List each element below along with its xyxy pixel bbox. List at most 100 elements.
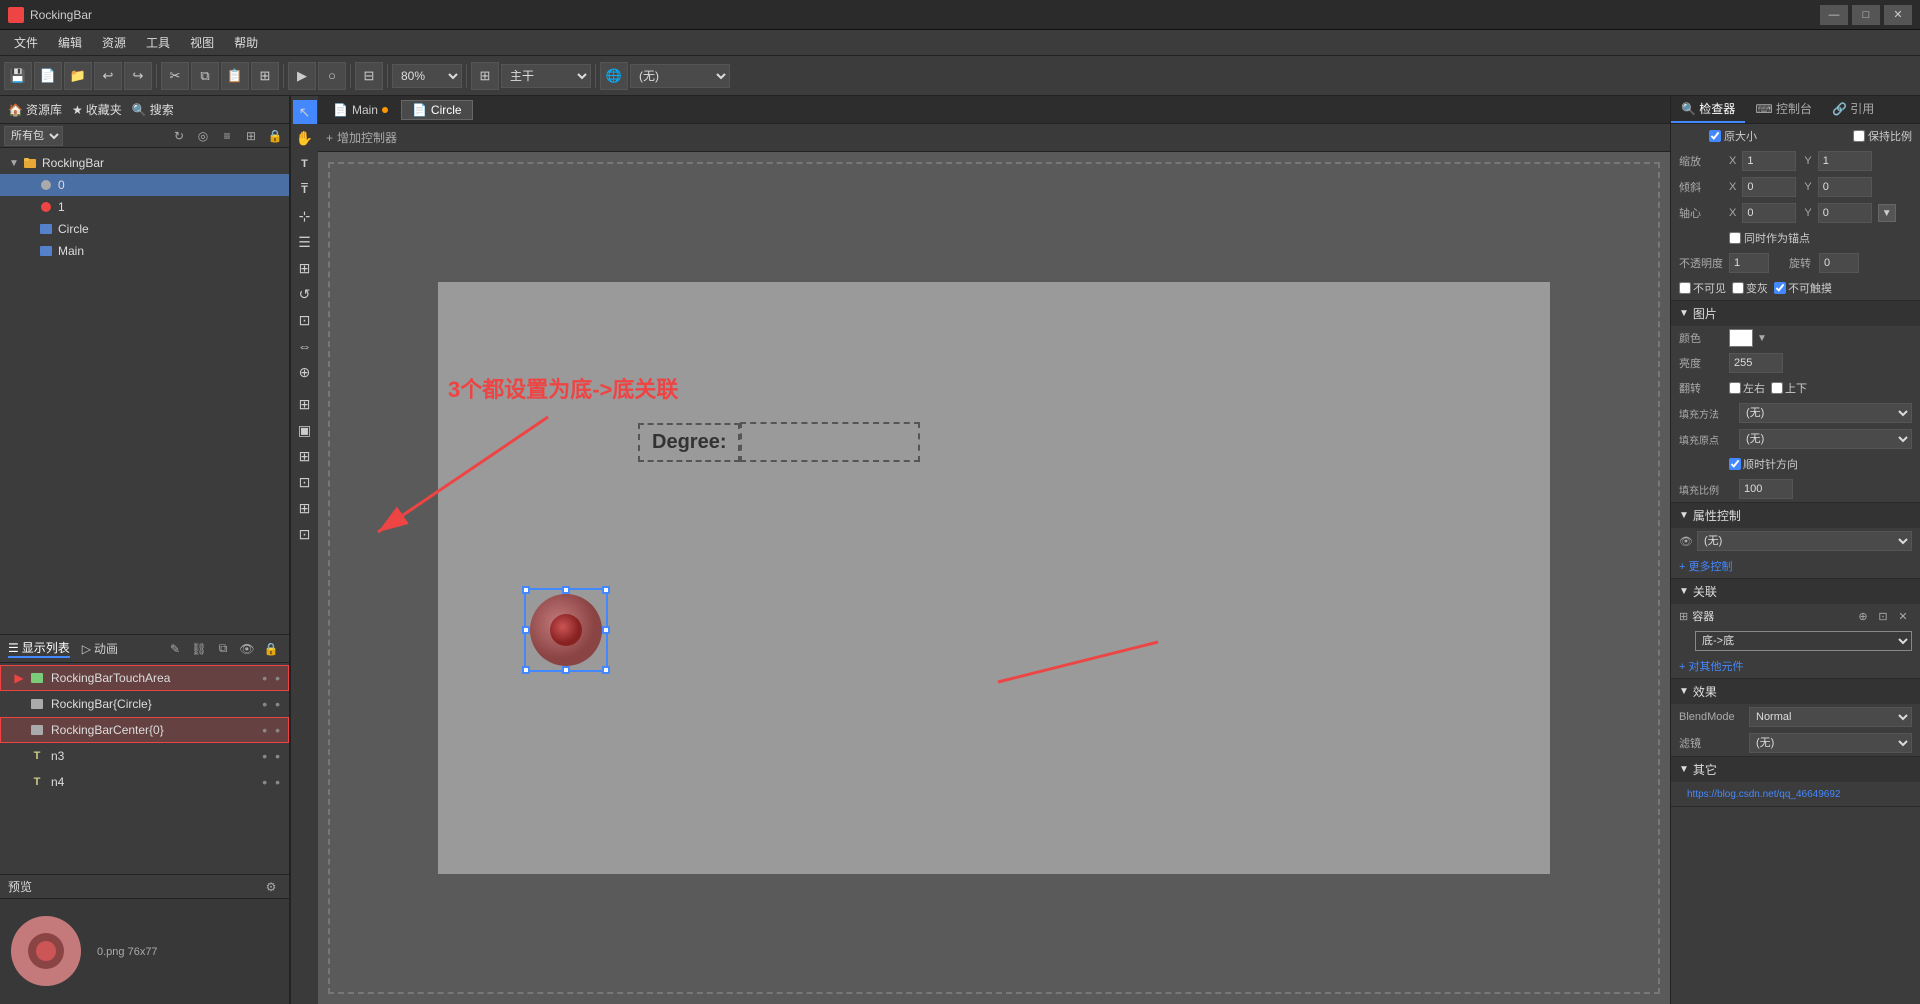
opacity-input[interactable]	[1729, 253, 1769, 273]
keep-ratio-label[interactable]: 保持比例	[1853, 128, 1912, 144]
close-button[interactable]: ✕	[1884, 5, 1912, 25]
refresh-btn[interactable]: ↻	[169, 126, 189, 146]
menu-help[interactable]: 帮助	[224, 32, 268, 53]
image-section-header[interactable]: ▼ 图片	[1671, 301, 1920, 326]
layer-edit-btn[interactable]: ✎	[165, 639, 185, 659]
pivot-y-input[interactable]	[1818, 203, 1872, 223]
tab-console[interactable]: ⌨ 控制台	[1745, 96, 1822, 123]
expand-btn[interactable]: ⊞	[241, 126, 261, 146]
fill-origin-select[interactable]: (无)	[1739, 429, 1912, 449]
tree-item-main[interactable]: Main	[0, 240, 289, 262]
tool-rotate[interactable]: ↺	[293, 282, 317, 306]
no-touch-checkbox[interactable]	[1774, 282, 1786, 294]
menu-file[interactable]: 文件	[4, 32, 48, 53]
effects-section-header[interactable]: ▼ 效果	[1671, 679, 1920, 704]
tree-item-0[interactable]: 0	[0, 174, 289, 196]
tb-paste2[interactable]: ⊞	[251, 62, 279, 90]
layer-item-toucharea[interactable]: ▶ RockingBarTouchArea • •	[0, 665, 289, 691]
tool-text2[interactable]: T	[293, 178, 317, 202]
lock-btn[interactable]: 🔒	[265, 126, 285, 146]
tool-list[interactable]: ☰	[293, 230, 317, 254]
network-select[interactable]: (无)	[630, 64, 730, 88]
scene-tab-main[interactable]: 📄 Main	[322, 100, 399, 120]
flip-h-label[interactable]: 左右	[1729, 380, 1765, 396]
keep-ratio-checkbox[interactable]	[1853, 130, 1865, 142]
maximize-button[interactable]: □	[1852, 5, 1880, 25]
tool-extra5[interactable]: ⊞	[293, 496, 317, 520]
tb-cut[interactable]: ✂	[161, 62, 189, 90]
tool-text[interactable]: T	[293, 152, 317, 176]
tool-table[interactable]: ⊞	[293, 256, 317, 280]
menu-resource[interactable]: 资源	[92, 32, 136, 53]
skew-y-input[interactable]	[1818, 177, 1872, 197]
tree-arrow[interactable]: ▼	[8, 158, 20, 169]
scale-y-input[interactable]	[1818, 151, 1872, 171]
menu-edit[interactable]: 编辑	[48, 32, 92, 53]
play-btn[interactable]: ▶	[9, 668, 29, 688]
tb-redo[interactable]: ↪	[124, 62, 152, 90]
tool-extra2[interactable]: ▣	[293, 418, 317, 442]
layer-link-btn[interactable]: ⛓	[189, 639, 209, 659]
same-as-pivot-label[interactable]: 同时作为锚点	[1729, 230, 1810, 246]
tree-item-rockingbar[interactable]: ▼ RockingBar	[0, 152, 289, 174]
flip-v-checkbox[interactable]	[1771, 382, 1783, 394]
grey-label[interactable]: 变灰	[1732, 280, 1768, 296]
property-section-header[interactable]: ▼ 属性控制	[1671, 503, 1920, 528]
tb-globe[interactable]: 🌐	[600, 62, 628, 90]
layer-item-n3[interactable]: T n3 • •	[0, 743, 289, 769]
locate-btn[interactable]: ◎	[193, 126, 213, 146]
add-other-btn[interactable]: + 对其他元件	[1679, 658, 1743, 674]
add-controller-btn[interactable]: + 增加控制器	[326, 129, 397, 146]
layer-lock-btn[interactable]: 🔒	[261, 639, 281, 659]
tab-inspector[interactable]: 🔍 检查器	[1671, 96, 1745, 123]
tool-cursor[interactable]: ⊹	[293, 204, 317, 228]
handle-bl[interactable]	[522, 666, 530, 674]
tool-fit[interactable]: ⊡	[293, 308, 317, 332]
tab-reference[interactable]: 🔗 引用	[1822, 96, 1884, 123]
tree-item-circle[interactable]: Circle	[0, 218, 289, 240]
canvas-container[interactable]: Degree:	[318, 152, 1670, 1004]
degree-input-box[interactable]	[740, 422, 920, 462]
clockwise-label[interactable]: 顺时针方向	[1729, 456, 1798, 472]
tb-grid[interactable]: ⊟	[355, 62, 383, 90]
handle-br[interactable]	[602, 666, 610, 674]
original-size-checkbox-label[interactable]: 缩放 原大小	[1709, 128, 1757, 144]
tool-extra1[interactable]: ⊞	[293, 392, 317, 416]
layer-copy-btn[interactable]: ⧉	[213, 639, 233, 659]
layer-item-circle[interactable]: RockingBar{Circle} • •	[0, 691, 289, 717]
color-swatch[interactable]	[1729, 329, 1753, 347]
property-control-select[interactable]: (无)	[1697, 531, 1912, 551]
other-section-header[interactable]: ▼ 其它	[1671, 757, 1920, 782]
url-link[interactable]: https://blog.csdn.net/qq_46649692	[1679, 787, 1848, 802]
blendmode-select[interactable]: Normal	[1749, 707, 1912, 727]
layout-btn[interactable]: ≡	[217, 126, 237, 146]
search-label[interactable]: 🔍 搜索	[132, 101, 174, 118]
container-value-select[interactable]: 底->底	[1695, 631, 1912, 651]
container-close-btn[interactable]: ✕	[1894, 607, 1912, 625]
scene-tab-circle[interactable]: 📄 Circle	[401, 100, 473, 120]
mode-select[interactable]: 主干 分支	[501, 64, 591, 88]
tool-extra4[interactable]: ⊡	[293, 470, 317, 494]
tool-extra6[interactable]: ⊡	[293, 522, 317, 546]
handle-tc[interactable]	[562, 586, 570, 594]
tree-item-1[interactable]: 1	[0, 196, 289, 218]
container-link-btn[interactable]: ⊕	[1854, 607, 1872, 625]
tb-send[interactable]: ▶	[288, 62, 316, 90]
handle-ml[interactable]	[522, 626, 530, 634]
handle-mr[interactable]	[602, 626, 610, 634]
tool-select[interactable]: ↖	[293, 100, 317, 124]
circle-element[interactable]	[528, 592, 604, 668]
preview-settings-btn[interactable]: ⚙	[261, 877, 281, 897]
tool-hand[interactable]: ✋	[293, 126, 317, 150]
clockwise-checkbox[interactable]	[1729, 458, 1741, 470]
skew-x-input[interactable]	[1742, 177, 1796, 197]
tb-circle[interactable]: ○	[318, 62, 346, 90]
fill-method-select[interactable]: (无)	[1739, 403, 1912, 423]
flip-h-checkbox[interactable]	[1729, 382, 1741, 394]
tb-folder[interactable]: 📁	[64, 62, 92, 90]
original-size-checkbox[interactable]	[1709, 130, 1721, 142]
menu-tools[interactable]: 工具	[136, 32, 180, 53]
layer-tab-list[interactable]: ☰ 显示列表	[8, 639, 70, 658]
flip-v-label[interactable]: 上下	[1771, 380, 1807, 396]
scale-x-input[interactable]	[1742, 151, 1796, 171]
